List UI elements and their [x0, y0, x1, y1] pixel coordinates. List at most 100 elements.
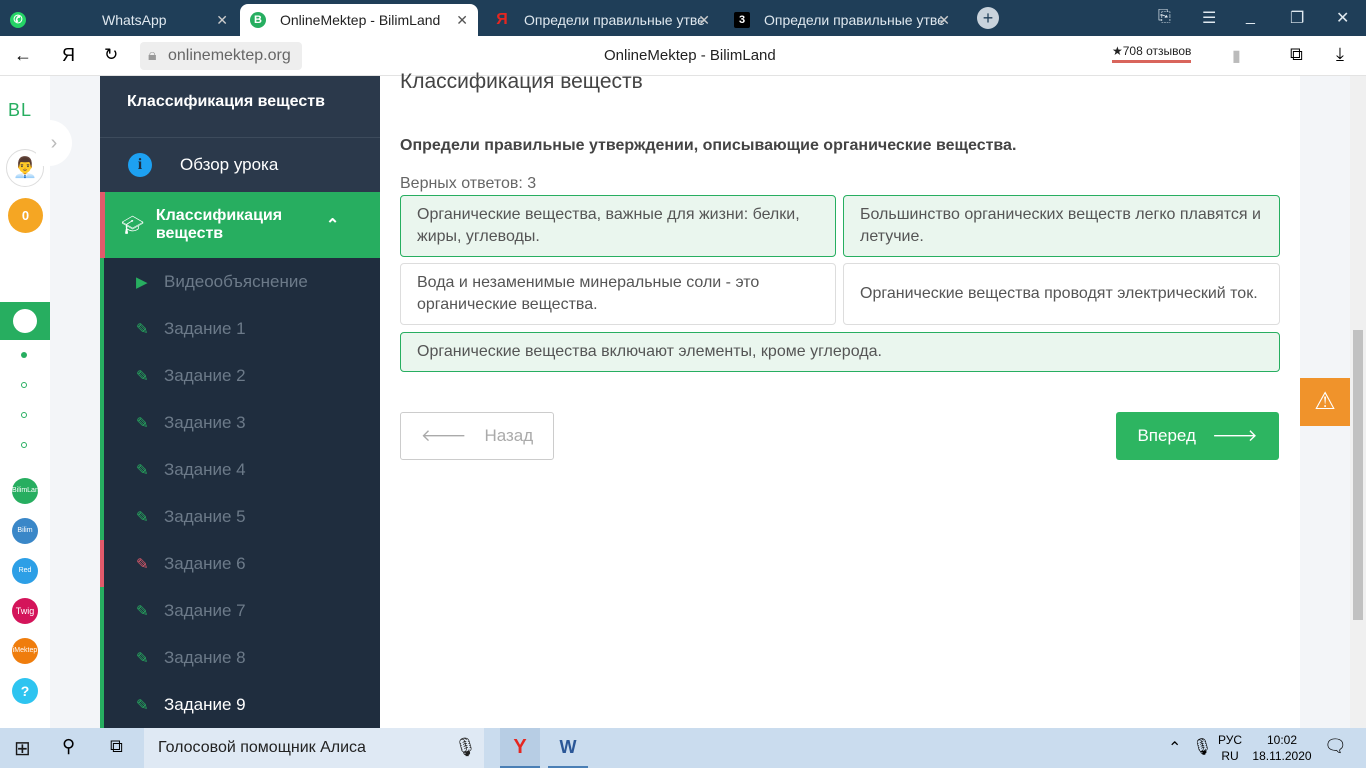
clock[interactable]: 10:02 18.11.2020	[1252, 732, 1312, 764]
back-button[interactable]: 🡐 Назад	[400, 412, 554, 460]
sidebar-item-task-4[interactable]: ✎ Задание 4	[100, 446, 380, 493]
app-rail: BL 👨‍💼 0 BilimLand Bilim Book Red Twig i…	[0, 76, 50, 728]
url-field[interactable]: 🔒︎ onlinemektep.org	[140, 42, 302, 70]
graduation-cap-icon: 🎓︎	[121, 214, 144, 235]
scrollbar[interactable]	[1350, 76, 1366, 728]
red-app[interactable]: Red	[12, 558, 38, 584]
tab-onlinemektep[interactable]: B OnlineMektep - BilimLand ✕	[240, 4, 478, 36]
sidebar-header: Классификация веществ	[100, 76, 380, 138]
menu-icon[interactable]: ☰	[1202, 8, 1216, 28]
imektep-app[interactable]: iMektep	[12, 638, 38, 664]
sidebar-item-task-9[interactable]: ✎ Задание 9	[100, 681, 380, 728]
correct-count: Верных ответов: 3	[400, 175, 537, 192]
close-icon[interactable]: ✕	[938, 12, 950, 29]
edit-icon: ✎	[136, 602, 149, 620]
answer-option-1[interactable]: Органические вещества, важные для жизни:…	[400, 195, 836, 257]
sidebar-item-task-5[interactable]: ✎ Задание 5	[100, 493, 380, 540]
nav-dot[interactable]	[21, 412, 27, 418]
help-button[interactable]: ?	[12, 678, 38, 704]
edit-icon: ✎	[136, 696, 149, 714]
sidebar-item-active-section[interactable]: 🎓︎ Классификация веществ ⌃	[100, 192, 380, 258]
answer-option-5[interactable]: Органические вещества включают элементы,…	[400, 332, 1280, 372]
download-icon[interactable]: ⤓	[1336, 44, 1344, 65]
taskbar: ⊞ ⚲ ⧉ Голосовой помощник Алиса 🎙︎ Y W ⌃ 🎙…	[0, 728, 1366, 768]
bl-logo[interactable]: BL	[8, 100, 32, 121]
search-icon[interactable]: ⚲	[62, 736, 75, 757]
edit-icon: ✎	[136, 649, 149, 667]
microphone-icon[interactable]: 🎙︎	[454, 737, 477, 758]
nav-dot[interactable]	[21, 442, 27, 448]
nav-dot[interactable]	[21, 352, 27, 358]
notifications-icon[interactable]: 🗨︎	[1324, 736, 1347, 757]
close-icon[interactable]: ✕	[216, 12, 228, 29]
page-title: OnlineMektep - BilimLand	[604, 47, 776, 64]
close-icon[interactable]: ✕	[456, 12, 468, 29]
question-text: Определи правильные утверждении, описыва…	[400, 137, 1017, 154]
sidebar-item-video[interactable]: ▶ Видеообъяснение	[100, 258, 380, 305]
address-bar: ← Я ↻ 🔒︎ onlinemektep.org OnlineMektep - …	[0, 36, 1366, 76]
edit-icon: ✎	[136, 555, 149, 573]
bilimland-icon: B	[250, 12, 266, 28]
edit-icon: ✎	[136, 367, 149, 385]
arrow-right-icon: 🡒	[1211, 426, 1258, 445]
bookmarks-icon[interactable]: ⎘	[1158, 8, 1171, 26]
extensions-icon[interactable]: ⧉	[1290, 44, 1303, 65]
expand-chevron-icon[interactable]: ›	[36, 120, 72, 166]
lesson-sidebar: Классификация веществ i Обзор урока 🎓︎ К…	[100, 76, 380, 728]
language-indicator[interactable]: РУС RU	[1218, 732, 1242, 764]
edit-icon: ✎	[136, 320, 149, 338]
word-taskbar-icon[interactable]: W	[548, 728, 588, 768]
lock-icon: 🔒︎	[148, 47, 157, 64]
answer-option-4[interactable]: Органические вещества проводят электриче…	[843, 263, 1280, 325]
answer-option-2[interactable]: Большинство органических веществ легко п…	[843, 195, 1280, 257]
yandex-icon: Я	[496, 11, 508, 28]
yandex-browser-taskbar-icon[interactable]: Y	[500, 728, 540, 768]
task-view-icon[interactable]: ⧉	[110, 736, 123, 757]
info-icon: i	[128, 153, 152, 177]
bilimbook-app[interactable]: Bilim Book	[12, 518, 38, 560]
tab-whatsapp[interactable]: ✆ WhatsApp ✕	[0, 4, 238, 36]
tab-znanija[interactable]: 3 Определи правильные утве ✕	[724, 4, 960, 36]
arrow-left-icon: 🡐	[420, 426, 467, 445]
bookmark-icon[interactable]: ▮	[1232, 46, 1241, 66]
answer-option-3[interactable]: Вода и незаменимые минеральные соли - эт…	[400, 263, 836, 325]
sidebar-item-task-2[interactable]: ✎ Задание 2	[100, 352, 380, 399]
twig-app[interactable]: Twig	[12, 598, 38, 624]
sidebar-item-task-8[interactable]: ✎ Задание 8	[100, 634, 380, 681]
back-icon[interactable]: ←	[14, 45, 32, 66]
tray-chevron-icon[interactable]: ⌃	[1168, 738, 1181, 758]
reload-icon[interactable]: ↻	[104, 45, 118, 65]
points-badge: 0	[8, 198, 43, 233]
yandex-logo-icon[interactable]: Я	[62, 45, 75, 66]
chevron-up-icon[interactable]: ⌃	[326, 215, 339, 235]
sidebar-item-overview[interactable]: i Обзор урока	[100, 138, 380, 192]
znanija-icon: 3	[734, 12, 750, 28]
close-window-icon[interactable]: ✕	[1336, 8, 1349, 28]
whatsapp-icon: ✆	[10, 12, 26, 28]
edit-icon: ✎	[136, 508, 149, 526]
reviews-badge[interactable]: ★708 отзывов	[1112, 44, 1192, 63]
sidebar-item-task-1[interactable]: ✎ Задание 1	[100, 305, 380, 352]
sidebar-item-task-3[interactable]: ✎ Задание 3	[100, 399, 380, 446]
tab-bar: ✆ WhatsApp ✕ B OnlineMektep - BilimLand ✕ ЯО…	[0, 0, 1366, 36]
close-icon[interactable]: ✕	[698, 12, 710, 29]
edit-icon: ✎	[136, 461, 149, 479]
onlinemektep-app[interactable]	[0, 302, 50, 340]
report-warning-button[interactable]: ⚠	[1300, 378, 1350, 426]
play-icon: ▶	[136, 273, 148, 291]
restore-icon[interactable]: ❐	[1290, 8, 1304, 28]
gutter: ›	[36, 76, 100, 728]
new-tab-button[interactable]: +	[977, 7, 999, 29]
tab-yandex[interactable]: Я Определи правильные утве ✕	[484, 4, 720, 36]
bilimland-app[interactable]: BilimLand	[12, 478, 43, 504]
tray-microphone-icon[interactable]: 🎙︎	[1192, 737, 1212, 757]
alice-search-box[interactable]: Голосовой помощник Алиса 🎙︎	[144, 728, 484, 768]
edit-icon: ✎	[136, 414, 149, 432]
lesson-title: Классификация веществ	[400, 70, 643, 93]
nav-dot[interactable]	[21, 382, 27, 388]
sidebar-item-task-7[interactable]: ✎ Задание 7	[100, 587, 380, 634]
next-button[interactable]: Вперед 🡒	[1116, 412, 1279, 460]
sidebar-item-task-6[interactable]: ✎ Задание 6	[100, 540, 380, 587]
minimize-icon[interactable]: _	[1246, 8, 1255, 26]
windows-start-icon[interactable]: ⊞	[14, 736, 31, 761]
